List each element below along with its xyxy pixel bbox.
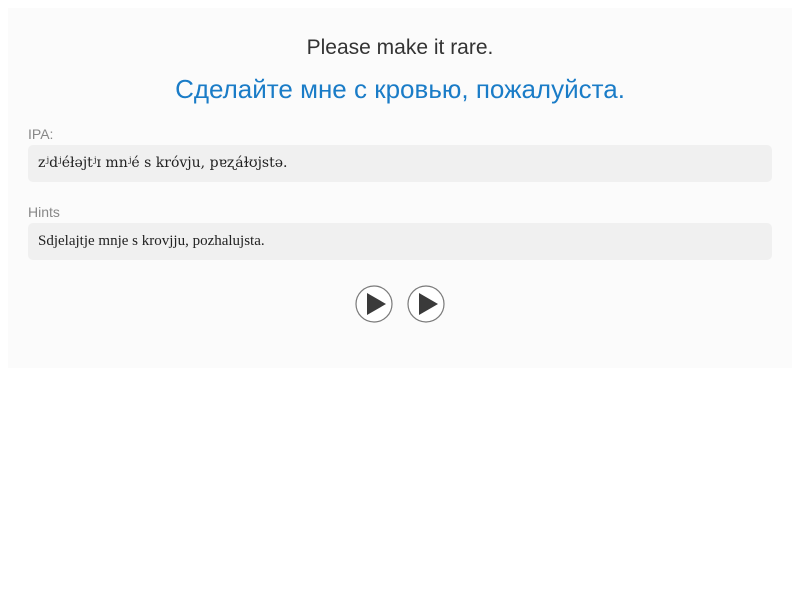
russian-phrase: Сделайте мне с кровью, пожалуйста. <box>175 74 625 104</box>
hints-label: Hints <box>28 204 60 220</box>
play-audio-button-1[interactable] <box>355 285 393 323</box>
play-icon <box>407 285 445 323</box>
hints-field: Sdjelajtje mnje s krovjju, pozhalujsta. <box>28 223 772 260</box>
ipa-label: IPA: <box>28 126 54 142</box>
play-audio-button-2[interactable] <box>407 285 445 323</box>
english-phrase: Please make it rare. <box>306 36 494 59</box>
play-icon <box>355 285 393 323</box>
ipa-field: zʲdʲéłəjtʲɪ mnʲé s króvju, pɐʐáɫʊjstə. <box>28 145 772 182</box>
phrase-card: Please make it rare. Сделайте мне с кров… <box>8 8 792 368</box>
